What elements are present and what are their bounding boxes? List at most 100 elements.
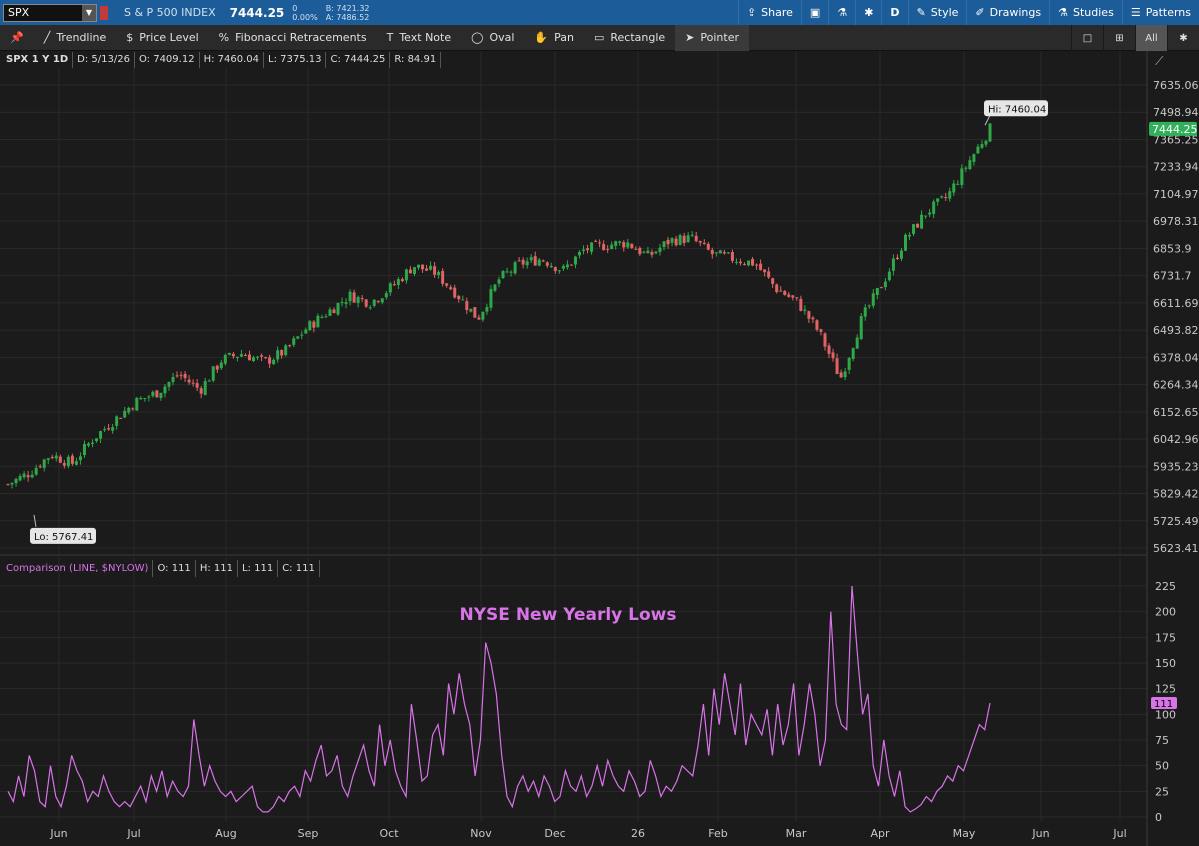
share-button[interactable]: ⇪ Share <box>737 0 801 25</box>
candle-body <box>260 355 264 357</box>
candle-body <box>320 316 324 318</box>
style-button[interactable]: ✎ Style <box>907 0 967 25</box>
candle-body <box>243 355 247 357</box>
all-label: All <box>1145 32 1158 44</box>
candle-body <box>650 252 654 255</box>
change-pct: 0.00% <box>292 12 318 22</box>
candle-body <box>831 352 835 359</box>
oval-tool[interactable]: ◯ Oval <box>461 25 524 51</box>
candle-body <box>783 291 787 295</box>
candle-body <box>622 242 626 248</box>
candle-body <box>493 284 497 291</box>
drawings-button[interactable]: ✐ Drawings <box>966 0 1049 25</box>
patterns-button[interactable]: ☰ Patterns <box>1121 0 1199 25</box>
flag-button[interactable]: ▣ <box>800 0 828 25</box>
candle-body <box>706 243 710 250</box>
candle-body <box>231 353 235 357</box>
pan-tool[interactable]: ✋ Pan <box>524 25 584 51</box>
candle-body <box>123 410 127 418</box>
candle-body <box>280 349 284 356</box>
candle-body <box>22 473 26 478</box>
chevron-down-icon[interactable]: ▼ <box>82 4 96 21</box>
comparison-label[interactable]: Comparison (LINE, $NYLOW) <box>2 560 154 577</box>
candle-body <box>99 431 103 439</box>
all-button[interactable]: All <box>1135 25 1167 51</box>
pointer-label: Pointer <box>700 31 739 44</box>
candle-body <box>296 336 300 339</box>
percent-icon: % <box>218 31 230 44</box>
candle-body <box>412 267 416 275</box>
candle-body <box>682 235 686 243</box>
text-note-tool[interactable]: T Text Note <box>377 25 462 51</box>
candle-body <box>743 264 746 266</box>
share-icon: ⇪ <box>746 6 757 19</box>
candle-body <box>553 266 557 272</box>
candle-body <box>952 183 956 193</box>
price-level-tool[interactable]: $ Price Level <box>116 25 208 51</box>
candle-body <box>324 316 328 318</box>
candle-body <box>417 264 421 268</box>
candle-body <box>497 279 501 284</box>
layout-buttons: □ ⊞ All ✱ <box>1071 25 1199 51</box>
candle-body <box>932 201 936 214</box>
candle-body <box>400 279 404 282</box>
candle-body <box>473 307 477 318</box>
candle-body <box>95 438 99 442</box>
candle-body <box>577 251 581 256</box>
candle-body <box>143 397 147 399</box>
info-close: C: 7444.25 <box>326 52 391 68</box>
candle-body <box>352 292 356 303</box>
studies-button[interactable]: ⚗ Studies <box>1049 0 1122 25</box>
candle-body <box>457 295 461 300</box>
price-info-bar: SPX 1 Y 1D D: 5/13/26 O: 7409.12 H: 7460… <box>2 52 442 68</box>
info-open: O: 7409.12 <box>134 52 200 68</box>
time-tick-label: Mar <box>786 827 807 840</box>
candle-body <box>815 320 819 330</box>
autoscale-icon[interactable]: ⟋ <box>1155 54 1164 68</box>
candle-body <box>62 463 66 466</box>
candle-body <box>384 293 388 298</box>
fibonacci-tool[interactable]: % Fibonacci Retracements <box>209 25 377 51</box>
trendline-tool[interactable]: ╱ Trendline <box>34 25 117 51</box>
candle-body <box>767 271 771 278</box>
candle-body <box>139 398 143 400</box>
text-icon: T <box>386 31 394 44</box>
candle-body <box>147 396 151 398</box>
grid-layout-button[interactable]: ⊞ <box>1103 25 1135 51</box>
candle-body <box>388 283 392 293</box>
candle-body <box>891 258 895 271</box>
flask-button[interactable]: ⚗ <box>828 0 855 25</box>
candle-body <box>312 321 316 328</box>
candle-body <box>356 296 360 304</box>
price-tick-label: 5829.42 <box>1153 488 1199 501</box>
candle-body <box>807 311 811 319</box>
rectangle-tool[interactable]: ▭ Rectangle <box>584 25 675 51</box>
study-tick-label: 100 <box>1155 708 1176 721</box>
candle-body <box>364 299 368 307</box>
toolbar-settings-button[interactable]: ✱ <box>1167 25 1199 51</box>
timeframe-button[interactable]: D <box>881 0 907 25</box>
candle-body <box>606 248 610 250</box>
chart-canvas[interactable]: 7635.067498.947365.257233.947104.976978.… <box>0 51 1199 846</box>
symbol-input[interactable]: SPX ▼ <box>3 3 97 22</box>
single-layout-button[interactable]: □ <box>1071 25 1103 51</box>
candle-body <box>26 475 30 478</box>
pointer-tool[interactable]: ➤ Pointer <box>675 24 749 51</box>
price-tick-label: 5935.23 <box>1153 460 1199 473</box>
candle-body <box>304 329 308 334</box>
settings-button[interactable]: ✱ <box>855 0 881 25</box>
chart-label: SPX 1 Y 1D <box>2 52 74 68</box>
patterns-icon: ☰ <box>1130 6 1141 19</box>
candle-body <box>779 290 783 292</box>
candle-body <box>614 241 618 246</box>
pin-button[interactable]: 📌 <box>0 25 34 51</box>
candle-body <box>227 352 231 355</box>
candle-body <box>300 334 304 336</box>
candle-body <box>252 357 255 362</box>
candle-body <box>509 271 513 273</box>
candle-body <box>561 266 565 269</box>
candle-body <box>541 260 545 262</box>
price-tick-label: 5623.41 <box>1153 542 1199 555</box>
candle-body <box>859 316 863 340</box>
time-tick-label: 26 <box>631 827 645 840</box>
